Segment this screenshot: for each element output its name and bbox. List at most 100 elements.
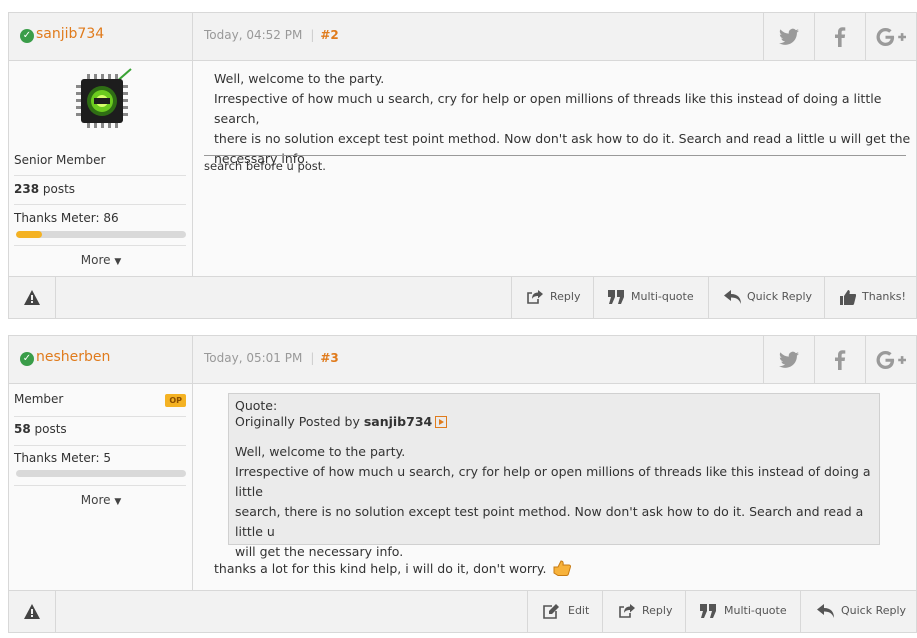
signature-divider (204, 155, 906, 156)
google-plus-share-button[interactable] (865, 13, 916, 61)
post-2: ✓ sanjib734 Today, 04:52 PM | #2 Senior … (8, 12, 917, 319)
post-footer: Edit Reply Multi-quote Quick Reply (9, 590, 916, 632)
online-check-icon: ✓ (20, 29, 34, 43)
divider (14, 445, 186, 446)
twitter-icon (779, 28, 799, 45)
edit-label: Edit (568, 604, 590, 617)
author-username[interactable]: sanjib734 (36, 26, 104, 42)
message-text: thanks a lot for this kind help, i will … (214, 561, 547, 576)
twitter-icon (779, 351, 799, 368)
facebook-icon (835, 27, 846, 47)
post-number-link[interactable]: #3 (320, 351, 338, 365)
post-meta: Today, 05:01 PM | #3 (204, 351, 339, 365)
post-header: ✓ nesherben Today, 05:01 PM | #3 (9, 336, 916, 384)
thanks-meter-bar (16, 231, 186, 238)
original-poster-badge: OP (165, 394, 186, 407)
quote-block: Quote: Originally Posted by sanjib734 We… (228, 393, 880, 559)
multi-quote-icon (608, 290, 624, 304)
quote-line: Irrespective of how much u search, cry f… (235, 464, 871, 499)
post-separator: | (310, 28, 315, 42)
post-count-suffix: posts (39, 182, 76, 196)
quote-attribution: Originally Posted by sanjib734 (235, 414, 873, 430)
quote-line: search, there is no solution except test… (235, 504, 864, 539)
thanks-meter-fill (16, 231, 42, 238)
reply-button[interactable]: Reply (511, 277, 593, 318)
user-post-count: 58 posts (14, 422, 186, 436)
reply-icon (527, 290, 543, 304)
twitter-share-button[interactable] (763, 13, 814, 61)
quote-posted-by: Originally Posted by (235, 414, 364, 429)
post-header: ✓ sanjib734 Today, 04:52 PM | #2 (9, 13, 916, 61)
facebook-share-button[interactable] (814, 13, 865, 61)
quick-reply-button[interactable]: Quick Reply (800, 591, 917, 632)
user-info-sidebar: Senior Member 238 posts Thanks Meter: 86… (9, 61, 193, 277)
thumbs-up-emoji-icon (553, 560, 572, 576)
online-check-icon: ✓ (20, 352, 34, 366)
quick-reply-icon (724, 290, 741, 304)
warning-icon (24, 290, 40, 305)
post-date: Today, 05:01 PM (204, 351, 303, 365)
quick-reply-icon (817, 604, 834, 618)
post-author: ✓ sanjib734 (9, 13, 193, 61)
user-rank: Member (14, 392, 64, 406)
post-meta: Today, 04:52 PM | #2 (204, 28, 339, 42)
multi-quote-button[interactable]: Multi-quote (593, 277, 708, 318)
divider (14, 245, 186, 246)
divider (14, 175, 186, 176)
facebook-share-button[interactable] (814, 336, 865, 384)
user-avatar[interactable] (67, 65, 137, 137)
multi-quote-label: Multi-quote (724, 604, 787, 617)
thanks-button[interactable]: Thanks! (824, 277, 917, 318)
divider (14, 204, 186, 205)
quote-line: Well, welcome to the party. (235, 444, 406, 459)
user-post-count: 238 posts (14, 182, 186, 196)
post-count-value: 238 (14, 182, 40, 196)
more-label: More (80, 253, 111, 267)
twitter-share-button[interactable] (763, 336, 814, 384)
reply-label: Reply (642, 604, 673, 617)
more-dropdown[interactable]: More ▼ (9, 253, 193, 267)
post-number-link[interactable]: #2 (320, 28, 338, 42)
caret-down-icon: ▼ (114, 497, 122, 507)
thanks-meter-bar (16, 470, 186, 477)
report-button[interactable] (9, 277, 56, 318)
message-line: Irrespective of how much u search, cry f… (214, 91, 882, 126)
user-rank: Senior Member (14, 153, 106, 167)
quote-label: Quote: (235, 398, 278, 413)
multi-quote-icon (700, 604, 716, 618)
post-separator: | (310, 351, 315, 365)
user-info-sidebar: Member OP 58 posts Thanks Meter: 5 More … (9, 384, 193, 591)
quote-text: Well, welcome to the party. Irrespective… (235, 442, 873, 562)
reply-label: Reply (550, 290, 581, 303)
post-count-suffix: posts (30, 422, 67, 436)
post-message: Well, welcome to the party. Irrespective… (214, 69, 916, 169)
thanks-label: Thanks! (862, 290, 906, 303)
message-line: there is no solution except test point m… (214, 131, 911, 146)
more-dropdown[interactable]: More ▼ (9, 493, 193, 507)
post-date: Today, 04:52 PM (204, 28, 303, 42)
message-line: Well, welcome to the party. (214, 71, 385, 86)
reply-button[interactable]: Reply (602, 591, 685, 632)
edit-button[interactable]: Edit (527, 591, 602, 632)
quick-reply-button[interactable]: Quick Reply (708, 277, 824, 318)
post-count-value: 58 (14, 422, 31, 436)
signature: search before u post. (204, 159, 326, 173)
quick-reply-label: Quick Reply (841, 604, 907, 617)
thanks-meter-label: Thanks Meter: 86 (14, 211, 119, 225)
warning-icon (24, 604, 40, 619)
reply-icon (619, 604, 635, 618)
divider (14, 416, 186, 417)
post-3: ✓ nesherben Today, 05:01 PM | #3 Member OP… (8, 335, 917, 633)
edit-icon (543, 604, 559, 619)
more-label: More (80, 493, 111, 507)
post-author: ✓ nesherben (9, 336, 193, 384)
author-username[interactable]: nesherben (36, 349, 110, 365)
google-plus-icon (876, 28, 906, 46)
thanks-meter-label: Thanks Meter: 5 (14, 451, 111, 465)
quote-author: sanjib734 (363, 414, 433, 429)
view-post-icon[interactable] (435, 416, 448, 428)
multi-quote-button[interactable]: Multi-quote (685, 591, 800, 632)
report-button[interactable] (9, 591, 56, 632)
google-plus-share-button[interactable] (865, 336, 916, 384)
google-plus-icon (876, 351, 906, 369)
